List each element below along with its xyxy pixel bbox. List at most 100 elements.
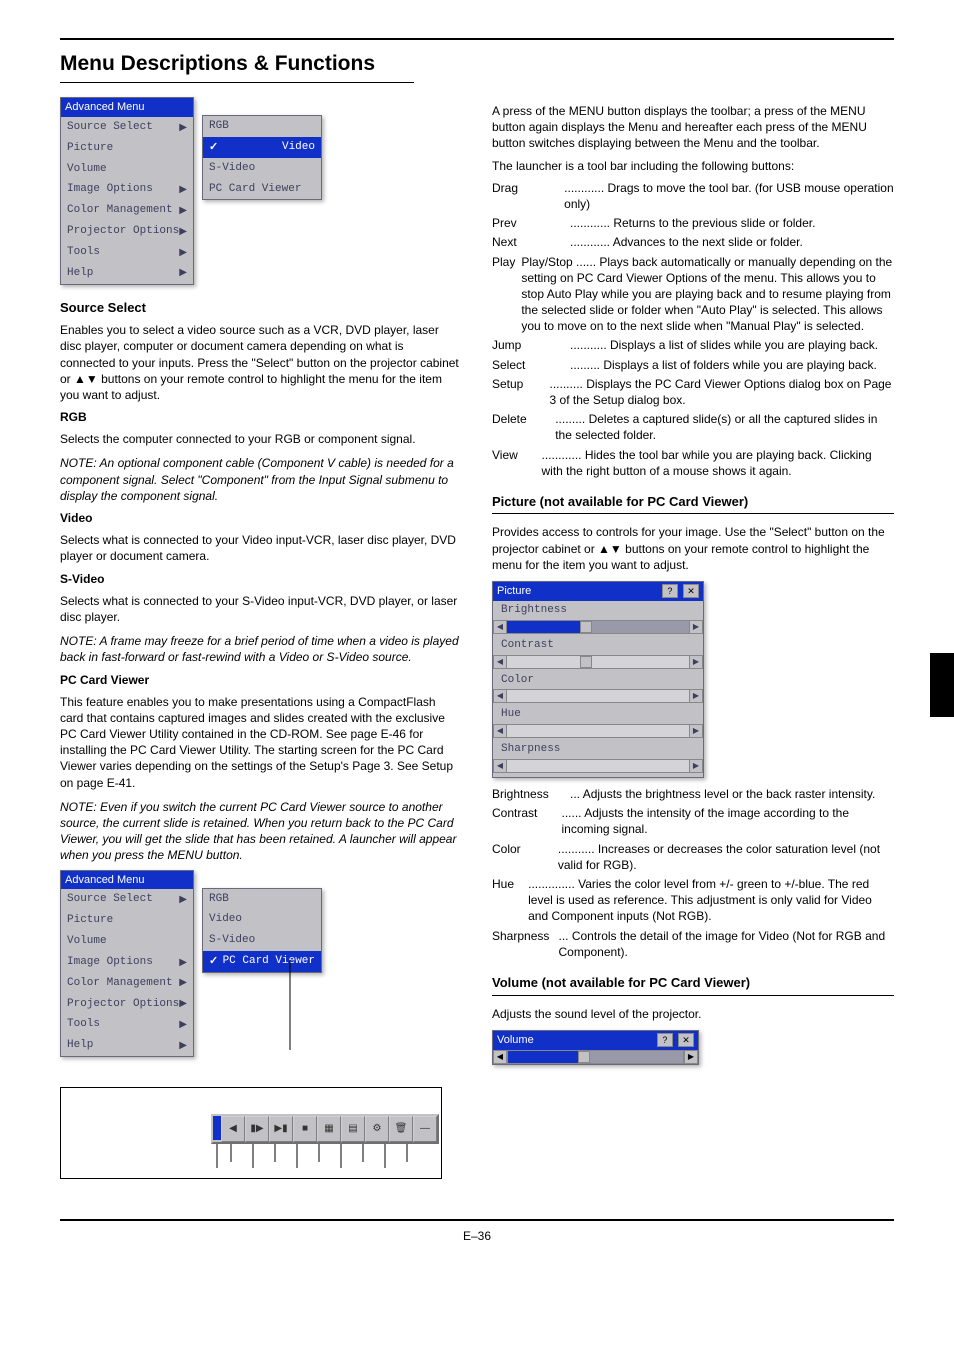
- source-select-heading: Source Select: [60, 299, 462, 317]
- picture-intro: Provides access to controls for your ima…: [492, 524, 894, 573]
- text-drag: ............ Drags to move the tool bar.…: [564, 180, 894, 212]
- contrast-label: Contrast: [499, 638, 697, 653]
- page-number: E–36: [0, 1221, 954, 1273]
- label-select: Select: [492, 357, 564, 373]
- menu-item-volume[interactable]: Volume: [61, 931, 193, 952]
- select-button[interactable]: ▤: [341, 1116, 365, 1142]
- stop-button[interactable]: ■: [293, 1116, 317, 1142]
- submenu-item-svideo[interactable]: S-Video: [203, 930, 321, 951]
- arrow-left-icon[interactable]: ◀: [493, 655, 507, 669]
- arrow-left-icon[interactable]: ◀: [493, 759, 507, 773]
- menu-item-help[interactable]: Help▶: [61, 263, 193, 284]
- menu-item-projector-options[interactable]: Projector Options▶: [61, 994, 193, 1015]
- arrow-left-icon[interactable]: ◀: [493, 1050, 507, 1064]
- text-select: ......... Displays a list of folders whi…: [570, 357, 877, 373]
- jump-button[interactable]: ▦: [317, 1116, 341, 1142]
- close-icon[interactable]: ✕: [683, 584, 699, 598]
- hue-slider[interactable]: ◀ ▶: [493, 724, 703, 738]
- menu-title: Advanced Menu: [61, 871, 193, 890]
- pc-card-text: This feature enables you to make present…: [60, 694, 462, 791]
- help-icon[interactable]: ?: [657, 1033, 673, 1047]
- play-button[interactable]: ▶▮: [269, 1116, 293, 1142]
- submenu-item-video[interactable]: ✓Video: [203, 137, 321, 158]
- menu-item-source-select[interactable]: Source Select▶: [61, 889, 193, 910]
- hue-label: Hue: [499, 707, 697, 722]
- adj-hue-text: .............. Varies the color level fr…: [528, 876, 894, 925]
- menu-item-tools[interactable]: Tools▶: [61, 1014, 193, 1035]
- delete-button[interactable]: 🗑: [389, 1116, 413, 1142]
- toolbar-drag-handle[interactable]: [213, 1116, 221, 1140]
- sharpness-label: Sharpness: [499, 742, 697, 757]
- label-prev: Prev: [492, 215, 564, 231]
- submenu-item-pc-card-viewer[interactable]: PC Card Viewer: [203, 179, 321, 200]
- adj-brightness-label: Brightness: [492, 786, 564, 802]
- menu-item-picture[interactable]: Picture: [61, 138, 193, 159]
- text-play: Play/Stop ...... Plays back automaticall…: [521, 254, 894, 335]
- svideo-text: Selects what is connected to your S-Vide…: [60, 593, 462, 625]
- setup-button[interactable]: ⚙: [365, 1116, 389, 1142]
- chevron-right-icon: ▶: [179, 225, 187, 239]
- submenu-item-rgb[interactable]: RGB: [203, 889, 321, 910]
- color-slider[interactable]: ◀ ▶: [493, 689, 703, 703]
- chevron-right-icon: ▶: [179, 246, 187, 260]
- advanced-menu-screenshot-1: Advanced Menu Source Select▶ Picture Vol…: [60, 97, 462, 285]
- check-icon: ✓: [209, 140, 218, 155]
- source-select-submenu[interactable]: RGB Video S-Video ✓PC Card Viewer: [202, 888, 322, 973]
- volume-dialog-title: Volume: [497, 1033, 534, 1048]
- submenu-item-pc-card-viewer[interactable]: ✓PC Card Viewer: [203, 951, 321, 972]
- prev-button[interactable]: ◀: [221, 1116, 245, 1142]
- menu-item-volume[interactable]: Volume: [61, 159, 193, 180]
- video-text: Selects what is connected to your Video …: [60, 532, 462, 564]
- picture-dialog: Picture ? ✕ Brightness ◀ ▶ Contrast: [492, 581, 704, 778]
- toolbar-callout-box: ◀ ▮▶ ▶▮ ■ ▦ ▤ ⚙ 🗑 —: [60, 1087, 442, 1179]
- chevron-right-icon: ▶: [179, 121, 187, 135]
- chevron-right-icon: ▶: [179, 266, 187, 280]
- arrow-left-icon[interactable]: ◀: [493, 689, 507, 703]
- advanced-menu-panel[interactable]: Advanced Menu Source Select▶ Picture Vol…: [60, 870, 194, 1058]
- menu-item-color-management[interactable]: Color Management▶: [61, 200, 193, 221]
- arrow-right-icon[interactable]: ▶: [689, 759, 703, 773]
- brightness-slider[interactable]: ◀ ▶: [493, 620, 703, 634]
- volume-slider[interactable]: ◀ ▶: [493, 1050, 698, 1064]
- arrow-right-icon[interactable]: ▶: [689, 689, 703, 703]
- sharpness-slider[interactable]: ◀ ▶: [493, 759, 703, 773]
- menu-item-tools[interactable]: Tools▶: [61, 242, 193, 263]
- picture-underline: [492, 513, 894, 514]
- source-select-intro: Enables you to select a video source suc…: [60, 322, 462, 403]
- menu-item-image-options[interactable]: Image Options▶: [61, 179, 193, 200]
- menu-item-projector-options[interactable]: Projector Options▶: [61, 221, 193, 242]
- adj-brightness-text: ... Adjusts the brightness level or the …: [570, 786, 875, 802]
- menu-item-picture[interactable]: Picture: [61, 910, 193, 931]
- label-next: Next: [492, 234, 564, 250]
- view-button[interactable]: —: [413, 1116, 437, 1142]
- text-delete: ......... Deletes a captured slide(s) or…: [555, 411, 894, 443]
- arrow-right-icon[interactable]: ▶: [689, 620, 703, 634]
- menu-item-source-select[interactable]: Source Select▶: [61, 117, 193, 138]
- arrow-left-icon[interactable]: ◀: [493, 620, 507, 634]
- advanced-menu-panel[interactable]: Advanced Menu Source Select▶ Picture Vol…: [60, 97, 194, 285]
- submenu-item-rgb[interactable]: RGB: [203, 116, 321, 137]
- contrast-slider[interactable]: ◀ ▶: [493, 655, 703, 669]
- page-side-tab: [930, 653, 954, 717]
- label-jump: Jump: [492, 337, 564, 353]
- menu-item-help[interactable]: Help▶: [61, 1035, 193, 1056]
- color-label: Color: [499, 673, 697, 688]
- text-next: ............ Advances to the next slide …: [570, 234, 803, 250]
- arrow-right-icon[interactable]: ▶: [684, 1050, 698, 1064]
- menu-item-color-management[interactable]: Color Management▶: [61, 973, 193, 994]
- volume-heading: Volume (not available for PC Card Viewer…: [492, 974, 894, 992]
- source-select-submenu[interactable]: RGB ✓Video S-Video PC Card Viewer: [202, 115, 322, 200]
- volume-text: Adjusts the sound level of the projector…: [492, 1006, 894, 1022]
- arrow-right-icon[interactable]: ▶: [689, 724, 703, 738]
- label-view: View: [492, 447, 535, 479]
- menu-item-image-options[interactable]: Image Options▶: [61, 952, 193, 973]
- rgb-subheading: RGB: [60, 410, 87, 424]
- help-icon[interactable]: ?: [662, 584, 678, 598]
- submenu-item-svideo[interactable]: S-Video: [203, 158, 321, 179]
- advanced-menu-screenshot-2: Advanced Menu Source Select▶ Picture Vol…: [60, 870, 462, 1058]
- close-icon[interactable]: ✕: [678, 1033, 694, 1047]
- next-button[interactable]: ▮▶: [245, 1116, 269, 1142]
- arrow-left-icon[interactable]: ◀: [493, 724, 507, 738]
- arrow-right-icon[interactable]: ▶: [689, 655, 703, 669]
- submenu-item-video[interactable]: Video: [203, 909, 321, 930]
